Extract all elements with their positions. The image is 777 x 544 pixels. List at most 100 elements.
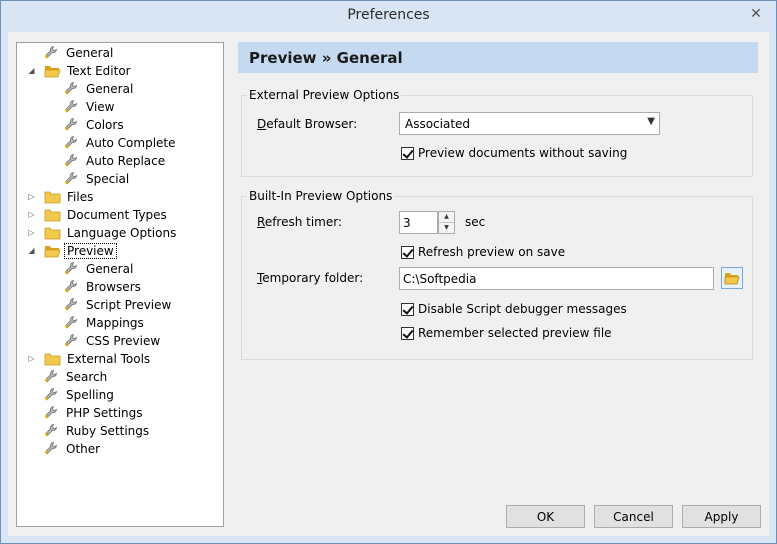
collapsed-arrow-icon[interactable]: ▷: [27, 192, 36, 201]
default-browser-value: Associated: [405, 116, 471, 131]
title-bar[interactable]: Preferences ✕: [1, 1, 776, 32]
tree-item[interactable]: Search: [44, 368, 109, 386]
tree-item-label: Ruby Settings: [66, 424, 150, 438]
tree-item-label: Script Preview: [86, 298, 172, 312]
browse-folder-button[interactable]: [721, 267, 743, 289]
tree-item[interactable]: Spelling: [44, 386, 116, 404]
folder-open-icon: [44, 244, 61, 258]
page-title: Preview » General: [249, 49, 403, 67]
default-browser-label: Default Browser:: [257, 117, 358, 131]
tree-item[interactable]: Files: [44, 188, 95, 206]
preview-without-saving-checkbox[interactable]: Preview documents without saving: [401, 146, 627, 160]
folder-icon: [44, 352, 61, 366]
checkbox-checked-icon: [401, 302, 414, 316]
remember-file-label: Remember selected preview file: [418, 326, 612, 340]
folder-icon: [44, 208, 61, 222]
expanded-arrow-icon[interactable]: ◢: [27, 66, 36, 75]
collapsed-arrow-icon[interactable]: ▷: [27, 210, 36, 219]
close-icon: ✕: [750, 6, 762, 22]
tree-item[interactable]: Preview: [44, 242, 117, 260]
folder-open-icon: [44, 64, 61, 78]
tree-item[interactable]: Auto Replace: [64, 152, 167, 170]
apply-button-label: Apply: [704, 509, 739, 524]
folder-open-icon: [724, 273, 740, 285]
disable-debugger-label: Disable Script debugger messages: [418, 302, 627, 316]
panel-header: Preview » General: [238, 42, 758, 73]
ok-button[interactable]: OK: [506, 505, 585, 528]
collapsed-arrow-icon[interactable]: ▷: [27, 354, 36, 363]
tree-item-label: Files: [67, 190, 94, 204]
cancel-button[interactable]: Cancel: [594, 505, 673, 528]
tree-item[interactable]: Language Options: [44, 224, 178, 242]
tree-item[interactable]: Browsers: [64, 278, 143, 296]
tree-item[interactable]: Colors: [64, 116, 126, 134]
refresh-timer-input[interactable]: 3: [399, 211, 438, 234]
wrench-icon: [64, 153, 80, 169]
tree-item[interactable]: Text Editor: [44, 62, 133, 80]
tree-item-label: Language Options: [67, 226, 177, 240]
tree-item[interactable]: General: [64, 260, 135, 278]
refresh-on-save-label: Refresh preview on save: [418, 245, 566, 259]
wrench-icon: [44, 45, 60, 61]
tree-item-label: Browsers: [86, 280, 141, 294]
wrench-icon: [64, 279, 80, 295]
refresh-timer-label-rest: efresh timer:: [264, 215, 343, 229]
folder-icon: [44, 226, 61, 240]
wrench-icon: [64, 135, 80, 151]
tree-item[interactable]: External Tools: [44, 350, 152, 368]
default-browser-select[interactable]: Associated ▼: [399, 112, 660, 135]
wrench-icon: [64, 117, 80, 133]
refresh-timer-unit: sec: [465, 215, 486, 229]
tree-item[interactable]: Special: [64, 170, 131, 188]
remember-file-checkbox[interactable]: Remember selected preview file: [401, 326, 612, 340]
close-button[interactable]: ✕: [742, 4, 770, 24]
tree-item-label: Search: [66, 370, 108, 384]
tree-item[interactable]: Ruby Settings: [44, 422, 151, 440]
chevron-down-icon: ▼: [647, 116, 655, 127]
tree-item[interactable]: Other: [44, 440, 102, 458]
spinner-up-icon[interactable]: ▲: [439, 212, 454, 223]
expanded-arrow-icon[interactable]: ◢: [27, 246, 36, 255]
tree-item[interactable]: Script Preview: [64, 296, 173, 314]
tree-item-label: Auto Replace: [86, 154, 166, 168]
wrench-icon: [64, 99, 80, 115]
window-frame-left: [1, 32, 8, 543]
refresh-on-save-checkbox[interactable]: Refresh preview on save: [401, 245, 565, 259]
builtin-preview-group-title: Built-In Preview Options: [247, 189, 395, 203]
tree-item-label: Colors: [86, 118, 124, 132]
tree-item-label: General: [86, 82, 134, 96]
spinner-down-icon[interactable]: ▼: [439, 223, 454, 234]
checkbox-checked-icon: [401, 245, 414, 259]
tree-item[interactable]: Mappings: [64, 314, 146, 332]
cancel-button-label: Cancel: [613, 509, 654, 524]
tree-item[interactable]: Auto Complete: [64, 134, 178, 152]
tree-item-label: Mappings: [86, 316, 144, 330]
temp-folder-input[interactable]: C:\Softpedia: [399, 267, 714, 290]
tree-item-label: View: [86, 100, 115, 114]
default-browser-label-rest: efault Browser:: [266, 117, 358, 131]
preferences-tree[interactable]: General ◢ Text Editor General View Colors Auto…: [16, 42, 224, 527]
apply-button[interactable]: Apply: [682, 505, 761, 528]
tree-item[interactable]: Document Types: [44, 206, 169, 224]
tree-item-label: Other: [66, 442, 101, 456]
folder-icon: [44, 190, 61, 204]
tree-item[interactable]: General: [64, 80, 135, 98]
refresh-timer-label: Refresh timer:: [257, 215, 343, 229]
tree-item[interactable]: CSS Preview: [64, 332, 162, 350]
tree-item[interactable]: General: [44, 44, 115, 62]
tree-item-label: Spelling: [66, 388, 114, 402]
collapsed-arrow-icon[interactable]: ▷: [27, 228, 36, 237]
refresh-timer-spinner[interactable]: ▲ ▼: [438, 211, 455, 234]
preview-without-saving-label: Preview documents without saving: [418, 146, 628, 160]
disable-debugger-checkbox[interactable]: Disable Script debugger messages: [401, 302, 627, 316]
tree-item[interactable]: PHP Settings: [44, 404, 145, 422]
wrench-icon: [44, 441, 60, 457]
preferences-window: Preferences ✕ General ◢ Text Editor General…: [0, 0, 777, 544]
wrench-icon: [44, 369, 60, 385]
wrench-icon: [64, 297, 80, 313]
refresh-timer-value: 3: [403, 215, 411, 230]
window-frame-bottom: [1, 536, 776, 543]
tree-item[interactable]: View: [64, 98, 116, 116]
tree-item-label: CSS Preview: [86, 334, 161, 348]
temp-folder-label-rest: emporary folder:: [262, 271, 364, 285]
